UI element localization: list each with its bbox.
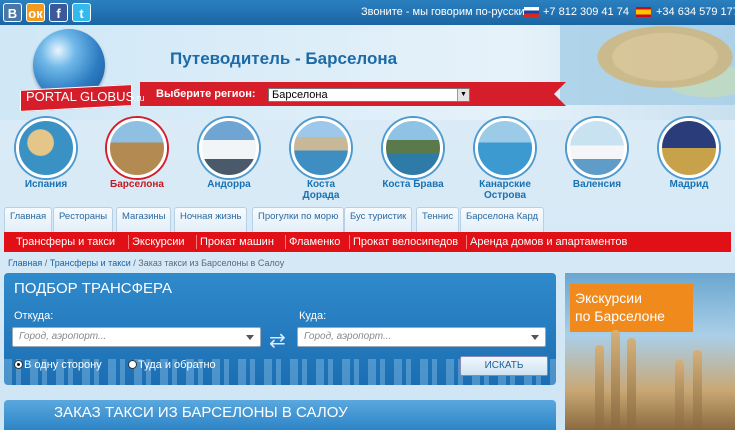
service-menu: Трансферы и такси Экскурсии Прокат машин… [4, 232, 731, 252]
sagrada-familia-spire [611, 330, 620, 430]
region-canary-islands[interactable]: Канарские Острова [459, 118, 551, 201]
odnoklassniki-icon[interactable]: ок [26, 3, 45, 22]
region-costa-dorada[interactable]: Коста Дорада [275, 118, 367, 201]
excursions-banner[interactable]: Экскурсии по Барселоне [565, 273, 735, 430]
phone-es: +34 634 579 177 [656, 6, 735, 18]
chevron-down-icon [246, 335, 254, 340]
order-heading-bar: ЗАКАЗ ТАКСИ ИЗ БАРСЕЛОНЫ В САЛОУ [4, 400, 556, 430]
to-label: Куда: [299, 310, 327, 322]
breadcrumb-section[interactable]: Трансферы и такси [50, 258, 131, 268]
menu-bike-rental[interactable]: Прокат велосипедов [348, 235, 458, 249]
region-andorra-image [199, 118, 259, 178]
russia-flag-icon [524, 7, 539, 17]
radio-round-trip[interactable]: Туда и обратно [128, 359, 216, 371]
region-list: Испания Барселона Андорра Коста Дорада К… [0, 118, 735, 206]
region-costa-dorada-image [291, 118, 351, 178]
from-field[interactable]: Город, аэропорт... [12, 327, 261, 347]
menu-excursions[interactable]: Экскурсии [128, 235, 185, 249]
order-title: ЗАКАЗ ТАКСИ ИЗ БАРСЕЛОНЫ В САЛОУ [54, 404, 348, 421]
menu-car-rental[interactable]: Прокат машин [196, 235, 274, 249]
page-title: Путеводитель - Барселона [170, 49, 398, 68]
tab-bus-tourist[interactable]: Бус туристик [344, 207, 413, 232]
sagrada-familia-spire [693, 350, 702, 430]
sagrada-familia-spire [627, 338, 636, 430]
region-costa-brava-image [383, 118, 443, 178]
region-select-value: Барселона [272, 89, 328, 101]
chevron-down-icon: ▼ [457, 89, 469, 101]
swap-arrows-icon[interactable]: ⇄ [269, 328, 286, 353]
menu-apartments[interactable]: Аренда домов и апартаментов [465, 235, 627, 249]
breadcrumb-separator: / [42, 258, 50, 268]
tab-main[interactable]: Главная [4, 207, 53, 232]
menu-transfers[interactable]: Трансферы и такси [16, 236, 115, 248]
region-barcelona-image [107, 118, 167, 178]
region-costa-brava[interactable]: Коста Брава [367, 118, 459, 190]
twitter-icon[interactable]: t [72, 3, 91, 22]
banner-text: Экскурсии по Барселоне [575, 290, 665, 324]
region-select[interactable]: Барселона ▼ [268, 88, 470, 102]
region-madrid[interactable]: Мадрид [643, 118, 735, 190]
region-madrid-image [659, 118, 719, 178]
region-spain-image [16, 118, 76, 178]
region-valencia[interactable]: Валенсия [551, 118, 643, 190]
tab-restaurants[interactable]: Рестораны [53, 207, 114, 232]
spain-flag-icon [636, 7, 651, 17]
breadcrumb-home[interactable]: Главная [8, 258, 42, 268]
region-label: Выберите регион: [156, 88, 256, 100]
tab-tennis[interactable]: Теннис [416, 207, 460, 232]
tab-sea-walks[interactable]: Прогулки по морю [252, 207, 345, 232]
chevron-down-icon [531, 335, 539, 340]
phone-ru: +7 812 309 41 74 [543, 6, 629, 18]
region-valencia-image [567, 118, 627, 178]
transfer-search-panel: ПОДБОР ТРАНСФЕРА Откуда: Город, аэропорт… [4, 273, 556, 385]
radio-dot [128, 360, 137, 369]
top-bar: В ок f t Звоните - мы говорим по-русски … [0, 0, 735, 25]
tab-shops[interactable]: Магазины [116, 207, 172, 232]
spain-map-image [560, 25, 735, 105]
sagrada-familia-spire [595, 345, 604, 430]
region-andorra[interactable]: Андорра [183, 118, 275, 190]
from-label: Откуда: [14, 310, 54, 322]
region-canary-islands-image [475, 118, 535, 178]
site-logo[interactable]: PORTAL GLOBUS.ru [26, 89, 145, 104]
from-placeholder: Город, аэропорт... [19, 331, 107, 342]
search-button[interactable]: ИСКАТЬ [460, 356, 548, 376]
radio-one-way[interactable]: В одну сторону [14, 359, 102, 371]
to-field[interactable]: Город, аэропорт... [297, 327, 546, 347]
tab-nightlife[interactable]: Ночная жизнь [174, 207, 248, 232]
breadcrumb: Главная / Трансферы и такси / Заказ такс… [8, 258, 284, 268]
header: PORTAL GLOBUS.ru Путеводитель - Барселон… [0, 25, 735, 120]
vk-icon[interactable]: В [3, 3, 22, 22]
region-spain[interactable]: Испания [0, 118, 92, 190]
menu-flamenco[interactable]: Фламенко [284, 235, 340, 249]
to-placeholder: Город, аэропорт... [304, 331, 392, 342]
transfer-panel-title: ПОДБОР ТРАНСФЕРА [14, 280, 173, 297]
facebook-icon[interactable]: f [49, 3, 68, 22]
tab-barcelona-card[interactable]: Барселона Кард [460, 207, 545, 232]
region-barcelona[interactable]: Барселона [91, 118, 183, 190]
radio-dot-selected [14, 360, 23, 369]
sagrada-familia-spire [675, 360, 684, 430]
breadcrumb-current: Заказ такси из Барселоны в Салоу [138, 258, 285, 268]
call-text: Звоните - мы говорим по-русски [361, 6, 525, 18]
